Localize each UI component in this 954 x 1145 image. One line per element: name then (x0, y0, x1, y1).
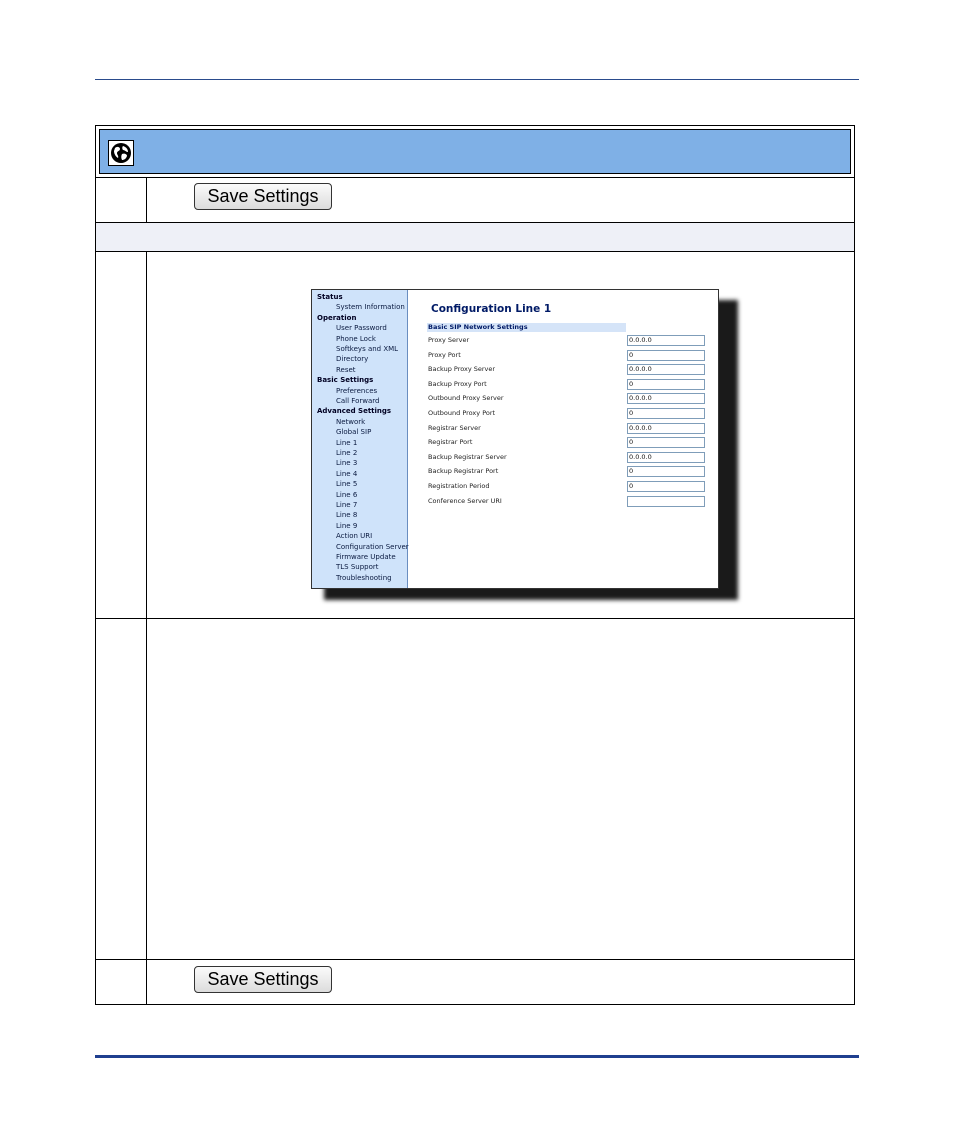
row-divider (96, 177, 854, 178)
header-rule (95, 79, 859, 80)
nav-item[interactable]: Preferences (336, 387, 377, 396)
nav-item: Basic Settings (317, 376, 374, 385)
nav-item[interactable]: Line 6 (336, 491, 357, 500)
nav-item[interactable]: TLS Support (336, 563, 379, 572)
field-input[interactable]: 0 (627, 349, 705, 361)
nav-item: Operation (317, 313, 357, 322)
save-settings-button[interactable]: Save Settings (194, 183, 332, 210)
field-label: Registration Period (428, 482, 490, 490)
nav-panel: Status System Information Operation User Pa… (312, 290, 409, 588)
field-label: Backup Proxy Server (428, 365, 496, 374)
footer-rule (95, 1055, 859, 1058)
field-label: Proxy Port (428, 350, 461, 359)
nav-item[interactable]: Network (336, 418, 365, 427)
nav-item[interactable]: User Password (336, 324, 387, 333)
nav-item[interactable]: Phone Lock (336, 335, 376, 344)
note-row (96, 223, 854, 251)
nav-item[interactable]: Call Forward (336, 397, 379, 406)
row-divider (96, 251, 854, 252)
nav-item[interactable]: Reset (336, 366, 356, 375)
field-input[interactable]: 0.0.0.0 (627, 335, 705, 346)
section-header: Basic SIP Network Settings (427, 323, 626, 332)
field-label: Backup Registrar Server (428, 452, 507, 461)
field-label: Backup Proxy Port (428, 379, 487, 388)
field-input[interactable] (627, 495, 705, 507)
field-label: Conference Server URI (428, 496, 502, 505)
field-label: Outbound Proxy Port (428, 409, 496, 417)
field-input[interactable]: 0.0.0.0 (627, 393, 705, 405)
field-input[interactable]: 0.0.0.0 (627, 364, 705, 376)
globe-icon (108, 140, 134, 166)
nav-item[interactable]: Line 4 (336, 470, 357, 479)
nav-item[interactable]: Global SIP (336, 428, 371, 437)
save-settings-button-bottom[interactable]: Save Settings (194, 966, 332, 993)
field-label: Backup Registrar Port (428, 467, 499, 476)
field-label: Registrar Server (428, 423, 481, 432)
field-label: Proxy Server (428, 336, 470, 344)
table-header-bar (99, 129, 851, 174)
nav-item[interactable]: Softkeys and XML (336, 345, 398, 354)
field-input[interactable]: 0.0.0.0 (627, 422, 705, 434)
nav-item[interactable]: Line 2 (336, 449, 357, 458)
nav-item[interactable]: Troubleshooting (336, 574, 392, 583)
nav-item[interactable]: Line 8 (336, 511, 357, 520)
page-title: Configuration Line 1 (431, 303, 552, 315)
field-input[interactable]: 0 (627, 437, 705, 449)
field-input[interactable]: 0 (627, 481, 705, 492)
nav-item: Status (317, 293, 343, 301)
nav-item[interactable]: Line 1 (336, 439, 357, 448)
nav-item[interactable]: Directory (336, 355, 368, 364)
field-label: Outbound Proxy Server (428, 394, 504, 403)
field-input[interactable]: 0.0.0.0 (627, 451, 705, 463)
nav-item[interactable]: Line 3 (336, 459, 357, 468)
nav-item[interactable]: Line 7 (336, 501, 357, 510)
nav-item: Advanced Settings (317, 407, 392, 416)
row-divider (96, 959, 854, 960)
nav-item[interactable]: Configuration Server (336, 543, 409, 552)
field-input[interactable]: 0 (627, 378, 705, 390)
field-input[interactable]: 0 (627, 466, 705, 478)
field-label: Registrar Port (428, 438, 473, 447)
nav-item[interactable]: Firmware Update (336, 553, 396, 562)
column-divider (146, 177, 147, 222)
row-divider (96, 618, 854, 619)
column-divider (146, 251, 147, 1004)
nav-item[interactable]: Line 5 (336, 480, 357, 489)
nav-item[interactable]: System Information (336, 303, 405, 312)
nav-item[interactable]: Line 9 (336, 522, 357, 531)
embedded-screenshot: Status System Information Operation User Pa… (311, 289, 719, 589)
field-input[interactable]: 0 (627, 408, 705, 419)
nav-item[interactable]: Action URI (336, 532, 372, 541)
